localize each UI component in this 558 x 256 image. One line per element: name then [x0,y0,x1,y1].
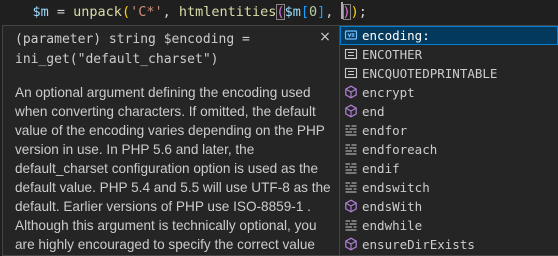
suggestion-label: endforeach [362,142,438,157]
suggestion-label: encrypt [362,85,415,100]
method-icon [344,104,358,118]
parameter-documentation: An optional argument defining the encodi… [15,85,331,252]
suggestion-list[interactable]: encoding: ENCOTHER ENCQUOTEDPRINTABLE encry… [339,25,558,256]
suggestion-item[interactable]: endforeach [340,140,558,159]
code-token: 0 [308,4,318,20]
keyword-icon [344,218,358,232]
code-token: [ [300,4,309,20]
suggestion-item[interactable]: ENCQUOTEDPRINTABLE [340,64,558,83]
suggestion-label: endswitch [362,180,430,195]
code-editor[interactable]: $m = unpack('C*', htmlentities($m[0], ))… [0,0,558,256]
suggestion-item[interactable]: endfor [340,121,558,140]
parameter-details-panel: (parameter) string $encoding = ini_get("… [2,25,340,256]
code-token: unpack [73,4,122,20]
suggestion-item[interactable]: end [340,102,558,121]
variable-icon [344,28,358,42]
code-token: ; [358,4,367,20]
code-line[interactable]: $m = unpack('C*', htmlentities($m[0], ))… [0,0,558,24]
suggestion-item[interactable]: endif [340,159,558,178]
code-token: ) [342,4,351,20]
suggestion-label: endfor [362,123,408,138]
code-token: $m [32,4,49,20]
code-token: 'C*' [130,4,163,20]
suggestion-item[interactable]: endwhile [340,216,558,235]
suggestion-item[interactable]: ENCOTHER [340,45,558,64]
code-token: ( [121,4,131,20]
constant-icon [344,47,358,61]
keyword-icon [344,123,358,137]
suggestion-label: encoding: [362,28,430,43]
method-icon [344,85,358,99]
code-token: ( [276,4,285,20]
constant-icon [344,66,358,80]
close-icon[interactable]: × [317,29,333,45]
method-icon [344,237,358,251]
parameter-signature: (parameter) string $encoding = ini_get("… [15,32,250,67]
code-token: , [325,4,342,20]
suggestion-item[interactable]: endswitch [340,178,558,197]
code-token: $m [284,4,301,20]
code-token: = [48,4,74,20]
suggestion-label: endwhile [362,218,423,233]
suggestion-label: endsWith [362,199,423,214]
suggestion-label: ensureDirExists [362,237,475,252]
suggestion-item[interactable]: encoding: [340,26,558,45]
suggestion-label: end [362,104,385,119]
method-icon [344,199,358,213]
suggestion-item[interactable]: endsWith [340,197,558,216]
code-token: , [162,4,179,20]
code-token: ) [350,4,359,20]
keyword-icon [344,161,358,175]
code-token: htmlentities [178,4,277,20]
keyword-icon [344,142,358,156]
suggestion-item[interactable]: ensureDirExists [340,235,558,254]
keyword-icon [344,180,358,194]
suggestion-label: endif [362,161,400,176]
suggestion-label: ENCQUOTEDPRINTABLE [362,66,498,81]
suggestion-item[interactable]: encrypt [340,83,558,102]
suggestion-label: ENCOTHER [362,47,423,62]
